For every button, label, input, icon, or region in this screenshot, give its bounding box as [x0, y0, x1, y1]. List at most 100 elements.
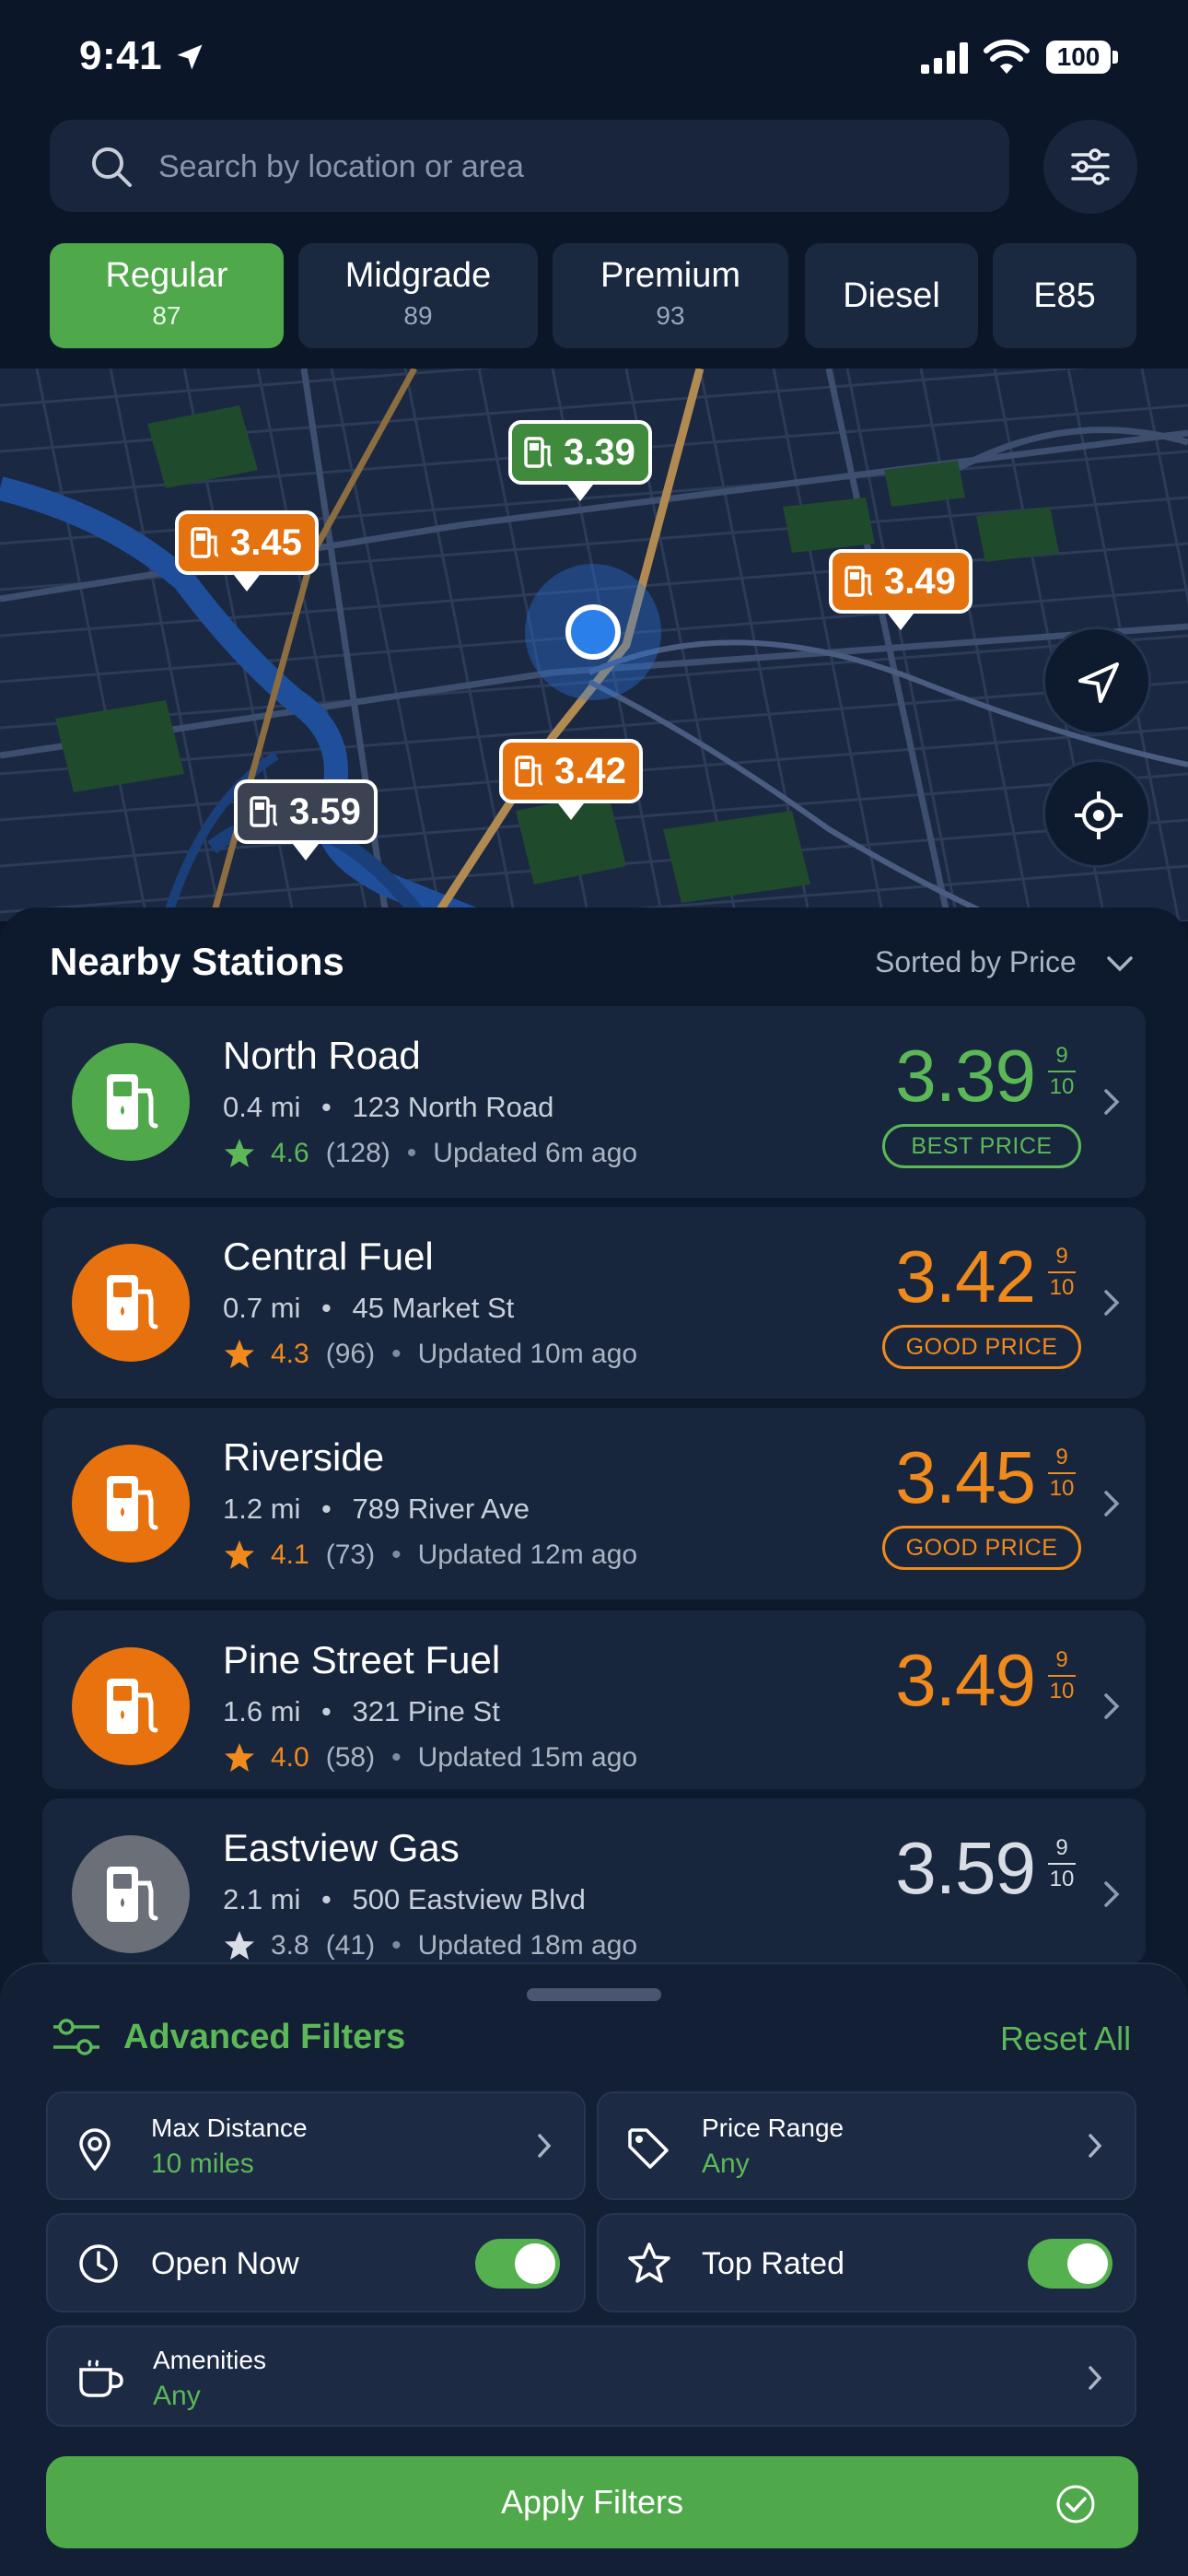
tab-regular[interactable]: Regular 87 — [50, 243, 284, 348]
star-icon — [225, 1139, 254, 1167]
separator-dot: • — [321, 1493, 332, 1525]
station-distance: 1.2 mi — [223, 1493, 301, 1525]
fraction-bar — [1048, 1472, 1076, 1474]
station-rating: 4.6 — [271, 1138, 309, 1168]
star-outline-icon — [628, 2242, 670, 2283]
map-marker-riverside[interactable]: 3.45 — [175, 510, 319, 591]
cellular-signal-icon — [921, 42, 968, 74]
navigate-button[interactable] — [1042, 626, 1151, 735]
station-price: 3.42 — [895, 1235, 1036, 1317]
battery-cap — [1112, 51, 1118, 64]
open-now-toggle[interactable] — [475, 2239, 560, 2289]
map-marker-eastview[interactable]: 3.59 — [234, 779, 378, 861]
station-address-line: 1.2 mi • 789 River Ave — [223, 1493, 530, 1526]
price-range-filter[interactable]: Price Range Any — [597, 2091, 1136, 2200]
sort-dropdown[interactable]: Sorted by Price — [875, 945, 1077, 979]
chevron-right-icon — [1089, 2134, 1102, 2158]
top-rated-toggle[interactable] — [1028, 2239, 1112, 2289]
station-card[interactable]: Eastview Gas 2.1 mi • 500 Eastview Blvd … — [42, 1798, 1146, 1964]
separator-dot: • — [391, 1930, 402, 1961]
station-card[interactable]: North Road 0.4 mi • 123 North Road 4.6 (… — [42, 1006, 1146, 1198]
station-card[interactable]: Central Fuel 0.7 mi • 45 Market St 4.3 (… — [42, 1207, 1146, 1399]
station-updated: Updated 10m ago — [417, 1339, 638, 1369]
station-price: 3.45 — [895, 1436, 1036, 1518]
tab-label: E85 — [1033, 276, 1096, 315]
amenities-label: Amenities — [153, 2346, 266, 2374]
station-updated: Updated 6m ago — [433, 1138, 638, 1168]
station-address-line: 0.4 mi • 123 North Road — [223, 1091, 553, 1124]
separator-dot: • — [391, 1540, 402, 1570]
chevron-right-icon — [1104, 1491, 1120, 1516]
station-address-line: 0.7 mi • 45 Market St — [223, 1292, 514, 1325]
filter-settings-button[interactable] — [1043, 120, 1137, 214]
chevron-right-icon — [538, 2134, 552, 2158]
station-card[interactable]: Riverside 1.2 mi • 789 River Ave 4.1 (73… — [42, 1408, 1146, 1599]
station-distance: 2.1 mi — [223, 1883, 301, 1915]
station-distance: 0.4 mi — [223, 1091, 301, 1123]
chevron-right-icon — [1104, 1693, 1120, 1719]
separator-dot: • — [321, 1292, 332, 1324]
map-marker-central-fuel[interactable]: 3.42 — [499, 739, 643, 820]
tab-octane: 93 — [656, 301, 685, 330]
tab-label: Diesel — [843, 276, 940, 315]
gas-pump-icon — [107, 1679, 158, 1734]
drag-handle[interactable] — [527, 1988, 661, 2001]
amenities-value: Any — [153, 2381, 201, 2411]
map-marker-north-road[interactable]: 3.39 — [508, 420, 652, 501]
sliders-icon — [1071, 148, 1110, 185]
fraction-denominator: 10 — [1049, 1679, 1075, 1704]
station-meta: 3.8 (41) • Updated 18m ago — [223, 1929, 637, 1962]
battery-indicator: 100 — [1046, 41, 1111, 74]
station-updated: Updated 18m ago — [417, 1930, 638, 1961]
station-address: 321 Pine St — [352, 1695, 500, 1727]
gas-pump-icon — [191, 527, 219, 558]
station-logo — [72, 1244, 190, 1362]
price-badge: GOOD PRICE — [882, 1325, 1081, 1369]
station-rating: 3.8 — [271, 1930, 309, 1961]
chevron-right-icon — [1104, 1290, 1120, 1316]
tab-label: Premium — [600, 256, 741, 295]
advanced-filters-title: Advanced Filters — [123, 2018, 406, 2056]
tab-midgrade[interactable]: Midgrade 89 — [298, 243, 538, 348]
wifi-icon — [984, 39, 1030, 74]
fraction-denominator: 10 — [1049, 1867, 1075, 1891]
max-distance-label: Max Distance — [151, 2113, 308, 2142]
fraction-numerator: 9 — [1055, 1445, 1068, 1469]
fraction-numerator: 9 — [1055, 1244, 1068, 1269]
top-rated-label: Top Rated — [702, 2246, 844, 2281]
station-distance: 1.6 mi — [223, 1695, 301, 1727]
station-name: Central Fuel — [223, 1235, 434, 1278]
station-address-line: 1.6 mi • 321 Pine St — [223, 1695, 500, 1728]
max-distance-filter[interactable]: Max Distance 10 miles — [46, 2091, 586, 2200]
chevron-right-icon — [1104, 1881, 1120, 1907]
station-meta: 4.3 (96) • Updated 10m ago — [223, 1338, 637, 1371]
marker-price: 3.59 — [289, 790, 361, 832]
station-rating: 4.0 — [271, 1742, 309, 1773]
chevron-right-icon — [1089, 2366, 1102, 2390]
apply-filters-button[interactable]: Apply Filters — [46, 2456, 1138, 2548]
reset-all-button[interactable]: Reset All — [1000, 2020, 1131, 2058]
price-fraction: 9 10 — [1048, 1647, 1076, 1704]
tab-premium[interactable]: Premium 93 — [553, 243, 788, 348]
station-logo — [72, 1647, 190, 1765]
map-marker-pine-street[interactable]: 3.49 — [829, 549, 973, 630]
separator-dot: • — [391, 1742, 402, 1773]
status-time: 9:41 — [79, 33, 163, 78]
chevron-right-icon — [1104, 1089, 1120, 1115]
price-fraction: 9 10 — [1048, 1043, 1076, 1100]
tab-e85[interactable]: E85 — [993, 243, 1136, 348]
chevron-down-icon[interactable] — [1103, 947, 1136, 980]
gas-pump-icon — [524, 437, 553, 468]
station-card[interactable]: Pine Street Fuel 1.6 mi • 321 Pine St 4.… — [42, 1610, 1146, 1789]
recenter-button[interactable] — [1042, 759, 1151, 868]
station-price: 3.49 — [895, 1639, 1036, 1721]
amenities-filter[interactable]: Amenities Any — [46, 2325, 1136, 2427]
location-arrow-icon — [177, 44, 203, 70]
station-name: Eastview Gas — [223, 1826, 460, 1869]
gas-pump-icon — [107, 1074, 158, 1130]
gas-pump-icon — [844, 566, 873, 597]
open-now-label: Open Now — [151, 2246, 299, 2281]
station-review-count: (41) — [325, 1930, 376, 1961]
search-input[interactable] — [158, 144, 969, 190]
tab-diesel[interactable]: Diesel — [805, 243, 978, 348]
